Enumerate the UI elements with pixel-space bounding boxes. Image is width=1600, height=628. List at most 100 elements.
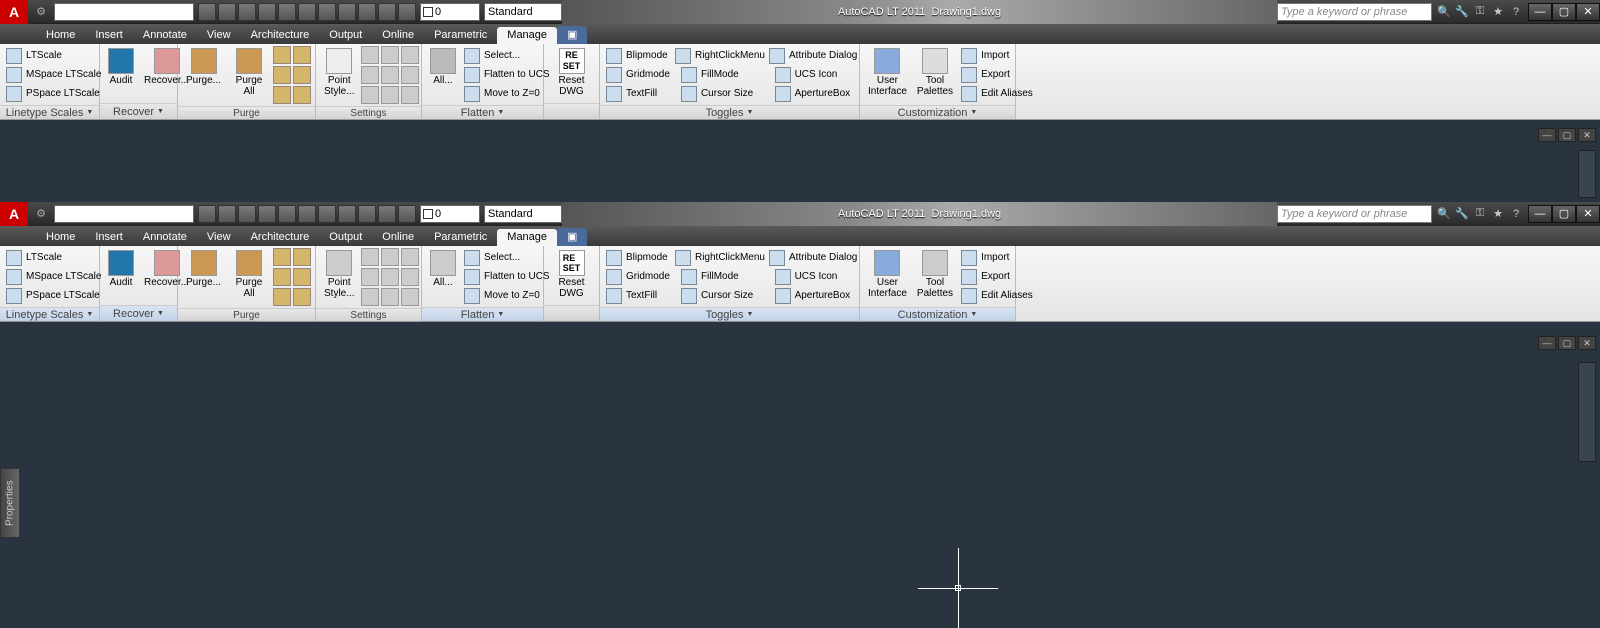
drawing-canvas-strip[interactable]: — ▢ ✕ — [0, 120, 1600, 202]
qat-layers-icon[interactable] — [338, 3, 356, 21]
toolpalettes-button[interactable]: Tool Palettes — [913, 46, 957, 99]
aperturebox-button[interactable]: ApertureBox — [773, 84, 855, 103]
osnap-icon[interactable] — [361, 86, 379, 104]
workspace-combo-2[interactable] — [54, 205, 194, 223]
qat-redo-icon[interactable] — [278, 3, 296, 21]
textstyle-combo-2[interactable]: Standard — [484, 205, 562, 223]
attrdialog-button[interactable]: Attribute Dialog — [767, 46, 855, 65]
tab-home[interactable]: Home — [36, 27, 85, 44]
resetdwg-button[interactable]: RESETReset DWG — [548, 46, 595, 99]
minimize-button[interactable]: — — [1528, 3, 1552, 21]
qat-undo-icon[interactable] — [258, 3, 276, 21]
wrench-icon[interactable]: 🔧 — [1454, 4, 1470, 20]
qat-print-icon[interactable] — [298, 3, 316, 21]
tab-architecture[interactable]: Architecture — [241, 27, 320, 44]
qat-btn[interactable] — [198, 205, 216, 223]
close-button-2[interactable]: ✕ — [1576, 205, 1600, 223]
tab-focus-icon[interactable]: ▣ — [557, 26, 587, 44]
ucsicon-button[interactable]: UCS Icon — [773, 65, 855, 84]
pspace-ltscale-button[interactable]: PSpace LTScale — [4, 84, 103, 103]
purgeall-button[interactable]: Purge All — [227, 46, 271, 99]
workspace-combo[interactable] — [54, 3, 194, 21]
search-input-2[interactable]: Type a keyword or phrase — [1277, 205, 1432, 223]
docwin-close-icon[interactable]: ✕ — [1578, 128, 1596, 142]
close-button[interactable]: ✕ — [1576, 3, 1600, 21]
limits-icon[interactable] — [381, 46, 399, 64]
units-icon[interactable] — [361, 46, 379, 64]
gridmode-button[interactable]: Gridmode — [604, 65, 679, 84]
qat-save-icon[interactable] — [238, 3, 256, 21]
move-z0-button[interactable]: Move to Z=0 — [462, 84, 552, 103]
ortho-icon[interactable] — [381, 66, 399, 84]
qat-bulb-icon[interactable] — [398, 3, 416, 21]
tab-annotate[interactable]: Annotate — [133, 27, 197, 44]
dyn-icon[interactable] — [381, 86, 399, 104]
panel-title-flatten[interactable]: Flatten▼ — [422, 105, 543, 119]
cursorsize-button[interactable]: Cursor Size — [679, 84, 773, 103]
flatten-select-button[interactable]: Select... — [462, 46, 552, 65]
navbar[interactable] — [1578, 150, 1596, 198]
flatten-ucs-button[interactable]: Flatten to UCS — [462, 65, 552, 84]
key-icon[interactable]: ⚿ — [1472, 4, 1488, 20]
textstyle-combo[interactable]: Standard — [484, 3, 562, 21]
drawing-canvas[interactable]: —▢✕ — [0, 322, 1600, 572]
lwt-icon[interactable] — [401, 86, 419, 104]
import-button[interactable]: Import — [959, 46, 1035, 65]
ribbon-tabs: Home Insert Annotate View Architecture O… — [0, 24, 1600, 44]
purge-mats-icon[interactable] — [293, 86, 311, 104]
panel-title-toggles[interactable]: Toggles▼ — [600, 105, 859, 119]
grid-icon[interactable] — [361, 66, 379, 84]
tab-parametric[interactable]: Parametric — [424, 27, 497, 44]
snap-icon[interactable] — [401, 46, 419, 64]
app-logo-icon-2[interactable]: A — [0, 202, 28, 226]
maximize-button-2[interactable]: ▢ — [1552, 205, 1576, 223]
gear-icon-2[interactable]: ⚙ — [32, 205, 50, 223]
properties-palette-tab[interactable]: Properties — [0, 468, 20, 538]
app-logo-icon[interactable]: A — [0, 0, 28, 24]
mspace-ltscale-button[interactable]: MSpace LTScale — [4, 65, 103, 84]
panel-title-recover[interactable]: Recover▼ — [100, 103, 177, 119]
tab-manage[interactable]: Manage — [497, 27, 557, 44]
audit-button[interactable]: Audit — [104, 46, 138, 88]
purge-layers-icon[interactable] — [293, 46, 311, 64]
flatten-all-button[interactable]: All... — [426, 46, 460, 88]
star-icon[interactable]: ★ — [1490, 4, 1506, 20]
help-icon[interactable]: ? — [1508, 4, 1524, 20]
qat-props-icon[interactable] — [358, 3, 376, 21]
qat-sun-icon[interactable] — [378, 3, 396, 21]
qat-open-icon[interactable] — [218, 3, 236, 21]
docwin-min-icon[interactable]: — — [1538, 128, 1556, 142]
polar-icon[interactable] — [401, 66, 419, 84]
fillmode-button[interactable]: FillMode — [679, 65, 773, 84]
blipmode-button[interactable]: Blipmode — [604, 46, 673, 65]
tab-view[interactable]: View — [197, 27, 241, 44]
purge-button[interactable]: Purge... — [182, 46, 225, 88]
tab-online[interactable]: Online — [372, 27, 424, 44]
purge-blocks-icon[interactable] — [273, 46, 291, 64]
textfill-button[interactable]: TextFill — [604, 84, 679, 103]
qat-plot-icon[interactable] — [318, 3, 336, 21]
tab-insert[interactable]: Insert — [85, 27, 133, 44]
binoculars-icon[interactable]: 🔍 — [1436, 4, 1452, 20]
ltscale-button[interactable]: LTScale — [4, 46, 103, 65]
userinterface-button[interactable]: User Interface — [864, 46, 911, 99]
layer-combo-2[interactable]: 0 — [420, 205, 480, 223]
tab-output[interactable]: Output — [319, 27, 372, 44]
docwin-max-icon[interactable]: ▢ — [1558, 128, 1576, 142]
gear-icon[interactable]: ⚙ — [32, 3, 50, 21]
minimize-button-2[interactable]: — — [1528, 205, 1552, 223]
export-button[interactable]: Export — [959, 65, 1035, 84]
pointstyle-button[interactable]: Point Style... — [320, 46, 359, 99]
search-input[interactable]: Type a keyword or phrase — [1277, 3, 1432, 21]
editaliases-button[interactable]: Edit Aliases — [959, 84, 1035, 103]
navbar-2[interactable] — [1578, 362, 1596, 462]
rightclickmenu-button[interactable]: RightClickMenu — [673, 46, 767, 65]
panel-title-ltscales[interactable]: Linetype Scales▼ — [0, 105, 99, 119]
qat-new-icon[interactable] — [198, 3, 216, 21]
panel-title-customization[interactable]: Customization▼ — [860, 105, 1015, 119]
purge-styles-icon[interactable] — [293, 66, 311, 84]
purge-dims-icon[interactable] — [273, 86, 291, 104]
maximize-button[interactable]: ▢ — [1552, 3, 1576, 21]
purge-ltypes-icon[interactable] — [273, 66, 291, 84]
layer-combo[interactable]: 0 — [420, 3, 480, 21]
